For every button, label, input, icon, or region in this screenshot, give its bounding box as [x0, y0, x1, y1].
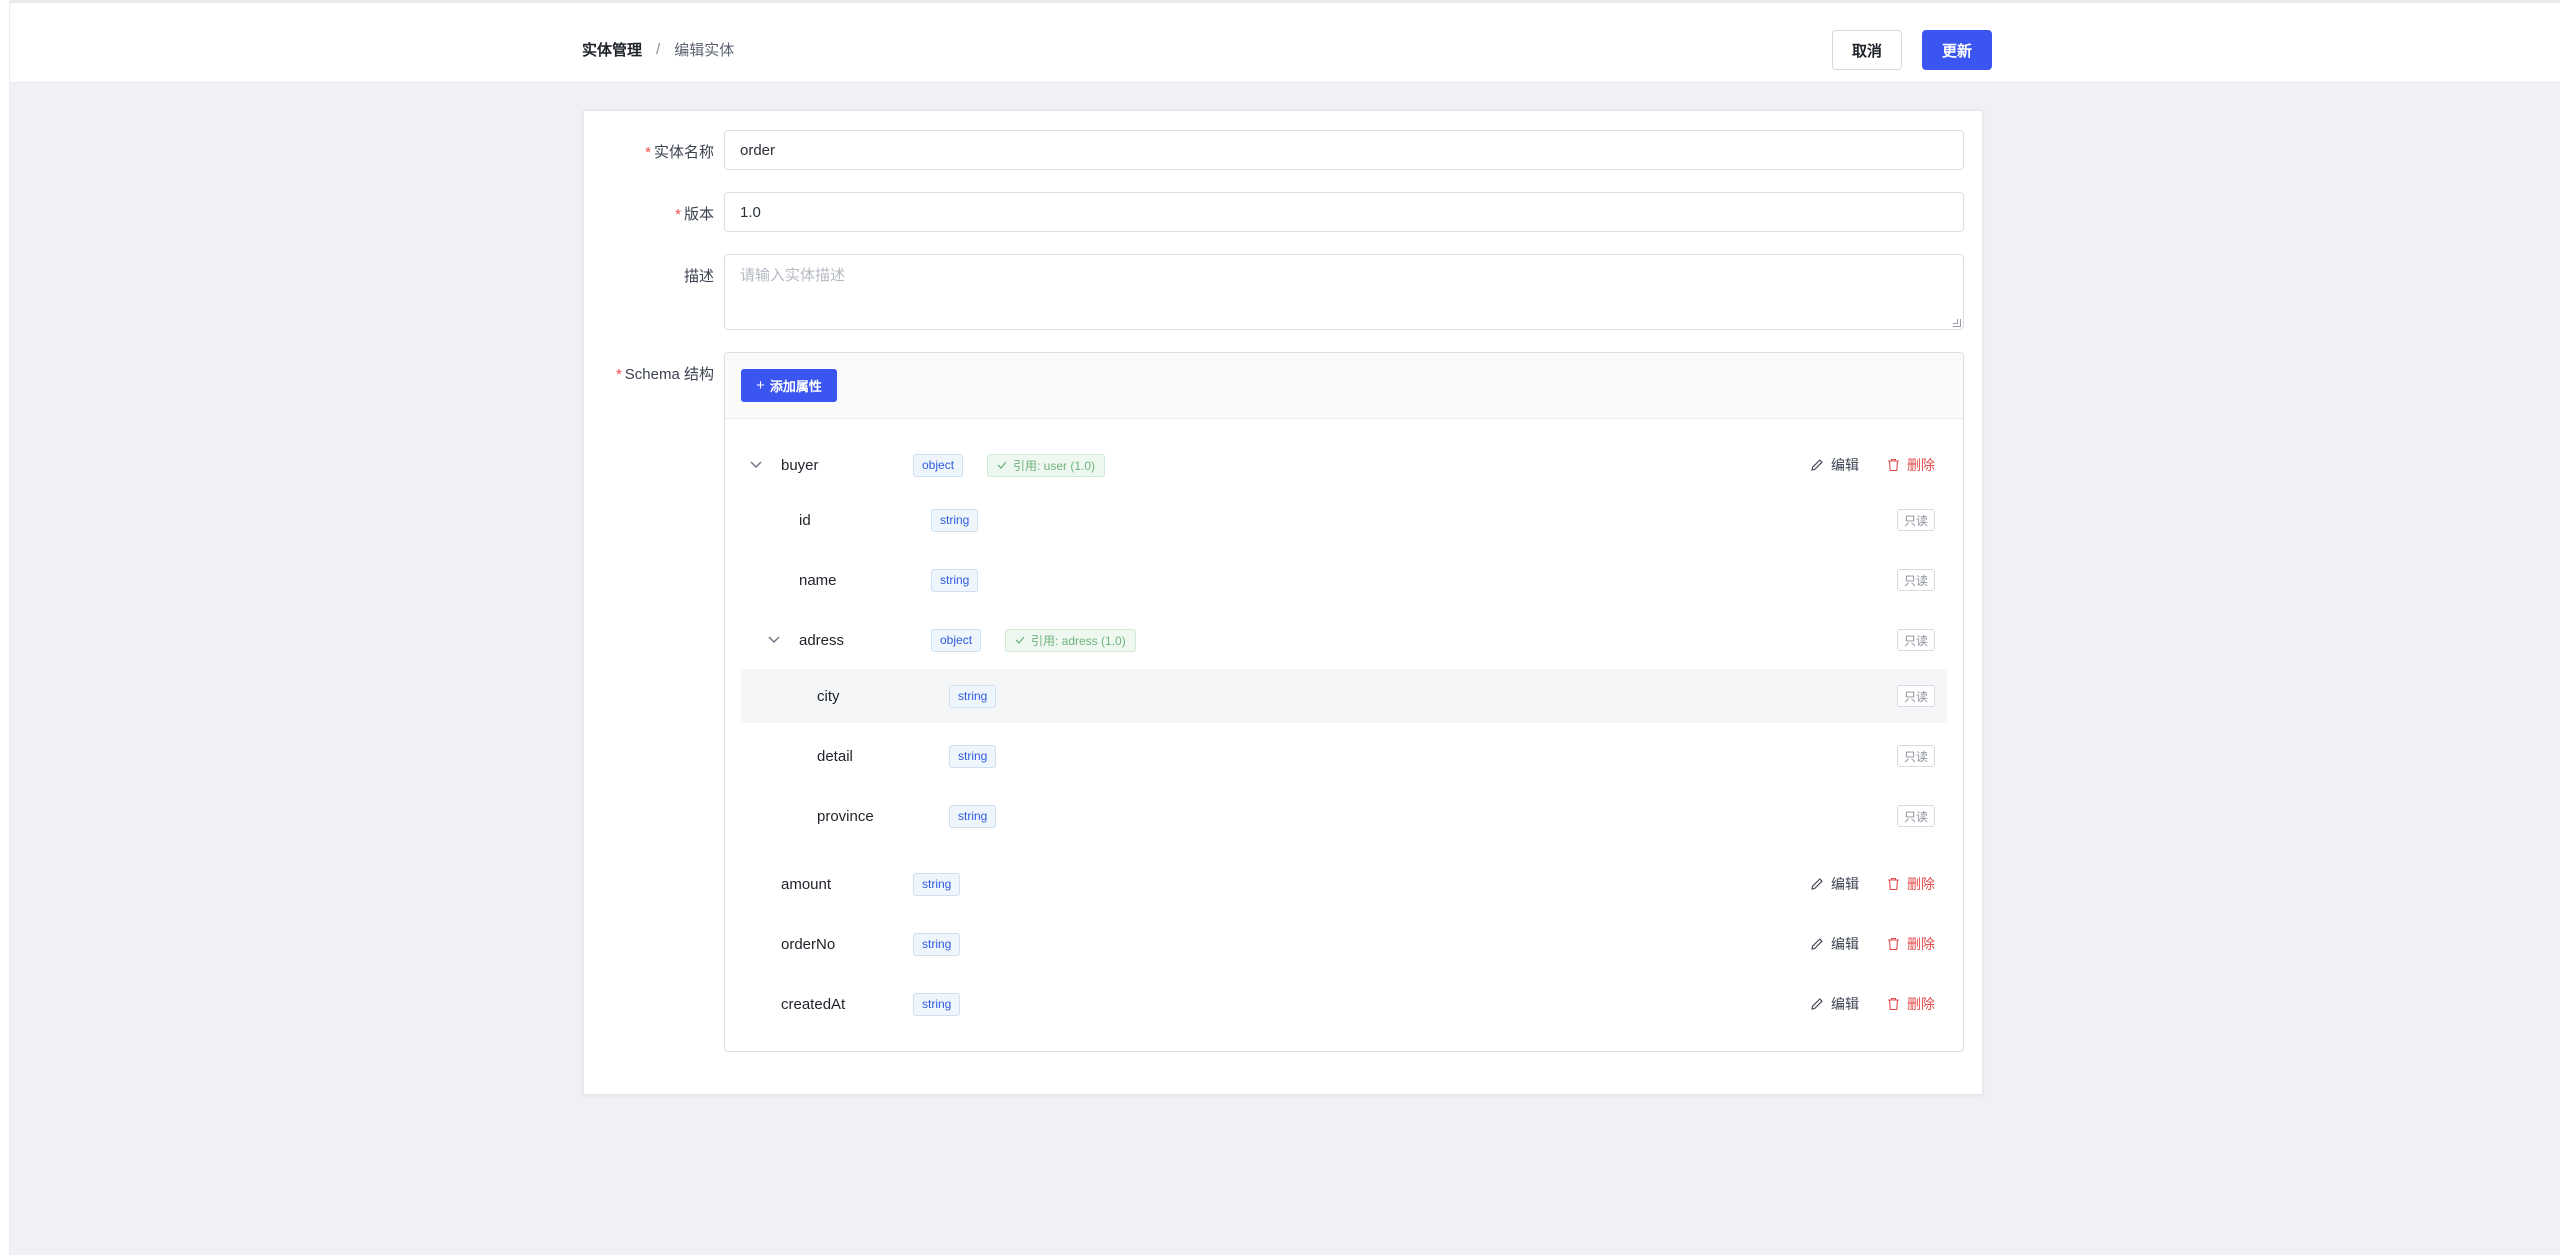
type-tag: string: [949, 684, 997, 708]
reference-text: 引用: adress (1.0): [1031, 633, 1126, 648]
schema-row[interactable]: id string 只读: [741, 493, 1947, 547]
update-button[interactable]: 更新: [1922, 30, 1992, 70]
field-name: buyer: [781, 456, 819, 474]
delete-button[interactable]: 删除: [1887, 994, 1935, 1014]
type-tag: string: [931, 508, 979, 532]
resize-handle[interactable]: [1953, 319, 1961, 327]
field-name: createdAt: [781, 995, 846, 1013]
delete-button[interactable]: 删除: [1887, 455, 1935, 475]
field-name: province: [817, 807, 874, 825]
schema-tree: + 添加属性 buyer object 引用: user (1.0) 编辑 删除 id st…: [724, 352, 1964, 1052]
pencil-icon: [1811, 938, 1823, 950]
reference-text: 引用: user (1.0): [1013, 458, 1096, 473]
pencil-icon: [1811, 998, 1823, 1010]
schema-row[interactable]: province string 只读: [741, 789, 1947, 843]
schema-row[interactable]: adress object 引用: adress (1.0) 只读: [741, 613, 1947, 667]
check-icon: [997, 461, 1007, 469]
schema-row[interactable]: detail string 只读: [741, 729, 1947, 783]
readonly-badge: 只读: [1896, 805, 1935, 827]
reference-tag: 引用: user (1.0): [987, 453, 1106, 477]
breadcrumb-parent[interactable]: 实体管理: [582, 39, 642, 60]
breadcrumb-current: 编辑实体: [674, 42, 735, 59]
readonly-badge: 只读: [1896, 685, 1935, 707]
schema-toolbar: + 添加属性: [725, 353, 1963, 419]
type-tag: string: [931, 568, 979, 592]
type-tag: string: [913, 992, 961, 1016]
reference-tag: 引用: adress (1.0): [1005, 628, 1136, 652]
description-placeholder: 请输入实体描述: [740, 267, 846, 284]
version-value: 1.0: [740, 203, 761, 221]
schema-row[interactable]: city string 只读: [741, 669, 1947, 723]
field-name: orderNo: [781, 935, 836, 953]
schema-row[interactable]: createdAt string 编辑 删除: [741, 977, 1947, 1031]
check-icon: [1015, 636, 1025, 644]
type-tag: object: [913, 453, 964, 477]
type-tag: string: [949, 744, 997, 768]
field-name: id: [799, 511, 811, 529]
type-tag: object: [931, 628, 982, 652]
required-mark: *: [645, 144, 651, 161]
name-label: * 实体名称: [645, 144, 714, 161]
trash-icon: [1888, 877, 1899, 891]
pencil-icon: [1811, 878, 1823, 890]
schema-row[interactable]: buyer object 引用: user (1.0) 编辑 删除: [741, 438, 1947, 492]
field-name: detail: [817, 747, 853, 765]
schema-row[interactable]: name string 只读: [741, 553, 1947, 607]
chevron-down-icon[interactable]: [749, 458, 763, 472]
pencil-icon: [1811, 459, 1823, 471]
top-bar: 实体管理 / 编辑实体 取消 更新: [10, 0, 2560, 83]
trash-icon: [1888, 458, 1899, 472]
trash-icon: [1888, 997, 1899, 1011]
edit-button[interactable]: 编辑: [1810, 934, 1859, 954]
field-name: city: [817, 687, 840, 705]
description-label: 描述: [683, 268, 714, 285]
entity-form-card: * 实体名称 order * 版本 1.0 描述 请输入实体描述 * Schema 结…: [583, 110, 1983, 1095]
field-name: adress: [799, 631, 845, 649]
field-name: name: [799, 571, 837, 589]
schema-label: * Schema 结构: [615, 366, 714, 383]
edit-button[interactable]: 编辑: [1810, 455, 1859, 475]
schema-row[interactable]: amount string 编辑 删除: [741, 857, 1947, 911]
plus-icon: +: [756, 377, 765, 394]
chevron-down-icon[interactable]: [767, 633, 781, 647]
type-tag: string: [913, 872, 961, 896]
readonly-badge: 只读: [1896, 745, 1935, 767]
version-input[interactable]: 1.0: [724, 192, 1964, 232]
required-mark: *: [675, 206, 681, 223]
delete-button[interactable]: 删除: [1887, 934, 1935, 954]
add-property-button[interactable]: + 添加属性: [741, 369, 837, 402]
breadcrumb-separator: /: [656, 41, 661, 58]
entity-name-value: order: [740, 141, 776, 159]
edit-button[interactable]: 编辑: [1810, 994, 1859, 1014]
breadcrumb: 实体管理 / 编辑实体: [582, 39, 734, 60]
type-tag: string: [913, 932, 961, 956]
entity-name-input[interactable]: order: [724, 130, 1964, 170]
delete-button[interactable]: 删除: [1887, 874, 1935, 894]
field-name: amount: [781, 875, 832, 893]
readonly-badge: 只读: [1896, 569, 1935, 591]
cancel-button[interactable]: 取消: [1832, 30, 1902, 70]
version-label: * 版本: [675, 206, 714, 223]
description-textarea[interactable]: 请输入实体描述: [724, 254, 1964, 330]
readonly-badge: 只读: [1896, 509, 1935, 531]
type-tag: string: [949, 804, 997, 828]
left-edge: [0, 0, 10, 1255]
trash-icon: [1888, 937, 1899, 951]
readonly-badge: 只读: [1896, 629, 1935, 651]
schema-row[interactable]: orderNo string 编辑 删除: [741, 917, 1947, 971]
edit-button[interactable]: 编辑: [1810, 874, 1859, 894]
required-mark: *: [615, 366, 622, 383]
